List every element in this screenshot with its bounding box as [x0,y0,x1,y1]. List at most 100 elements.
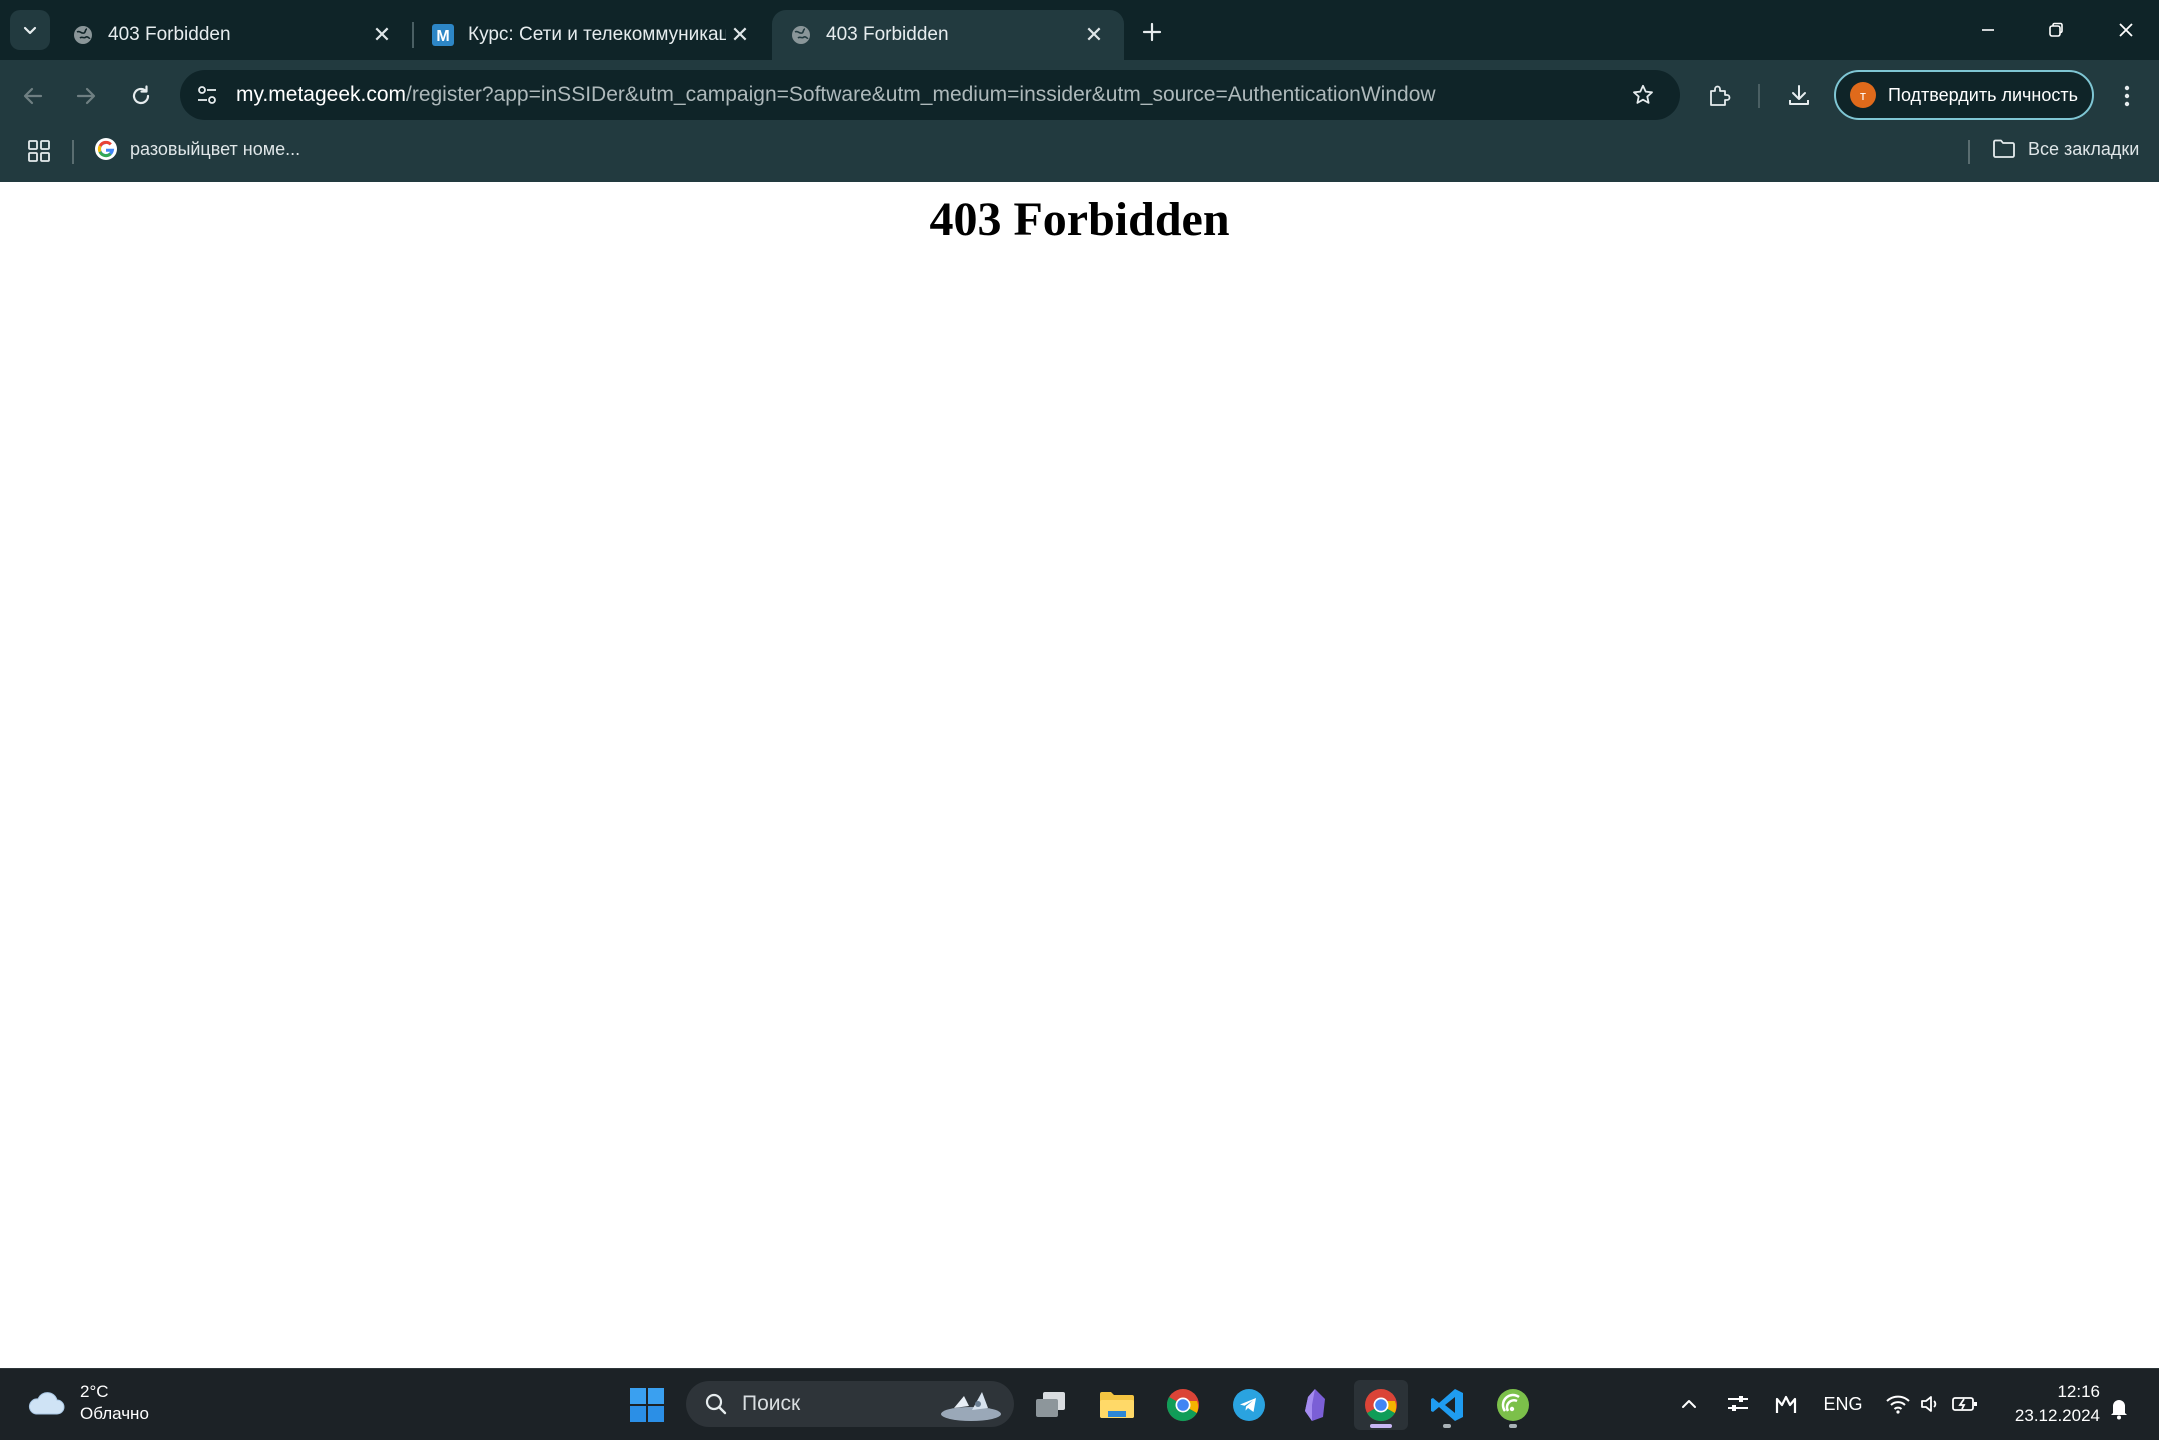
page-heading: 403 Forbidden [929,193,1230,246]
google-icon [95,138,117,160]
vscode-button[interactable] [1420,1380,1474,1430]
all-bookmarks-label: Все закладки [2028,138,2140,159]
globe-icon [790,24,812,46]
wifi-icon [1886,1395,1910,1414]
reload-button[interactable] [120,75,162,117]
active-indicator [1370,1424,1392,1428]
bookmarks-bar [0,132,2159,182]
chrome-pinned-button[interactable] [1156,1380,1210,1430]
clock-time: 12:16 [2057,1382,2100,1401]
tab-403-forbidden-active[interactable]: 403 Forbidden ✕ [772,10,1124,60]
close-tab-icon[interactable]: ✕ [368,21,396,49]
wifi-status[interactable] [1882,1386,1914,1422]
battery-status[interactable] [1948,1386,1982,1422]
avatar: т [1850,82,1876,108]
verify-label: Подтвердить личность [1888,84,2078,105]
forward-button[interactable] [65,75,107,117]
taskbar-search[interactable]: Поиск [686,1381,1014,1427]
toolbar-separator [1758,84,1760,108]
weather-condition: Облачно [80,1404,149,1423]
tab-title: Курс: Сети и телекоммуникации [468,24,726,45]
close-icon [2119,23,2133,37]
obsidian-button[interactable] [1288,1380,1342,1430]
cloud-icon [28,1392,65,1415]
globe-icon [72,24,94,46]
obsidian-icon [1305,1389,1325,1421]
url-host: my.metageek.com [236,83,406,106]
restore-icon [2049,22,2063,37]
show-hidden-icons-button[interactable] [1676,1386,1702,1422]
tab-search-button[interactable] [10,10,50,50]
folder-icon [1100,1392,1134,1418]
moodle-m-icon: M [432,24,454,46]
arrow-left-icon [23,87,43,105]
search-placeholder: Поиск [742,1392,801,1415]
restore-button[interactable] [2028,8,2084,52]
equalizer-icon [1775,1395,1797,1413]
extensions-button[interactable] [1698,75,1740,117]
close-tab-icon[interactable]: ✕ [726,21,754,49]
bookmark-label: разовыйцвет номе... [130,138,301,159]
search-icon [705,1393,727,1415]
tab-title: 403 Forbidden [826,24,949,45]
battery-charging-icon [1952,1397,1977,1411]
search-highlight-icon [941,1392,1001,1421]
url-path: /register?app=inSSIDer&utm_campaign=Soft… [406,83,1436,106]
address-bar[interactable]: my.metageek.com/register?app=inSSIDer&ut… [180,70,1680,120]
chevron-up-icon [1682,1400,1696,1408]
close-tab-icon[interactable]: ✕ [1080,21,1108,49]
language-indicator[interactable]: ENG [1818,1386,1868,1422]
running-indicator [1443,1424,1451,1428]
telegram-icon [1233,1389,1265,1421]
svg-text:M: M [436,28,449,45]
chrome-active-button[interactable] [1354,1380,1408,1430]
bookmark-separator [1968,140,1970,164]
bookmark-star-button[interactable] [1626,78,1660,112]
vscode-icon [1431,1389,1463,1421]
downloads-button[interactable] [1778,75,1820,117]
bell-icon [2111,1400,2127,1420]
chevron-down-icon [23,26,37,35]
profile-verify-button[interactable]: т Подтвердить личность [1834,70,2094,120]
volume-status[interactable] [1916,1386,1946,1422]
weather-temp: 2°C [80,1382,109,1401]
arrow-right-icon [76,87,96,105]
wifi-app-icon [1497,1389,1529,1421]
start-button[interactable] [620,1380,674,1430]
tab-403-forbidden-1[interactable]: 403 Forbidden ✕ [54,10,412,60]
inssider-button[interactable] [1486,1380,1540,1430]
chrome-icon [1365,1389,1397,1422]
plus-icon [1142,22,1162,42]
task-view-icon [1036,1392,1065,1417]
tab-title: 403 Forbidden [108,24,231,45]
menu-button[interactable] [2106,75,2148,117]
star-icon [1633,84,1653,104]
clock-date: 23.12.2024 [2014,1406,2100,1425]
notifications-button[interactable] [2104,1390,2134,1426]
back-button[interactable] [12,75,54,117]
running-indicator [1509,1424,1517,1428]
close-window-button[interactable] [2098,8,2154,52]
task-view-button[interactable] [1024,1380,1078,1430]
file-explorer-button[interactable] [1090,1380,1144,1430]
chrome-icon [1166,1389,1199,1422]
telegram-button[interactable] [1222,1380,1276,1430]
tray-settings-button[interactable] [1722,1386,1754,1422]
download-icon [1789,85,1809,105]
apps-icon[interactable] [26,138,52,164]
new-tab-button[interactable] [1134,14,1170,50]
reload-icon [132,85,150,105]
minimize-icon [1982,29,1994,31]
weather-widget[interactable]: 2°C Облачно [26,1378,149,1428]
minimize-button[interactable] [1960,8,2016,52]
tray-app-button[interactable] [1770,1386,1802,1422]
bookmark-separator [72,140,74,164]
puzzle-icon [1710,85,1731,106]
tune-icon [198,86,216,104]
all-bookmarks-button[interactable]: Все закладки [1992,136,2139,162]
url-text[interactable]: my.metageek.com/register?app=inSSIDer&ut… [236,70,1436,120]
clock[interactable]: 12:16 23.12.2024 [2000,1380,2100,1428]
bookmark-item[interactable]: разовыйцвет номе... [94,136,300,162]
site-info-button[interactable] [190,78,224,112]
tab-course[interactable]: M Курс: Сети и телекоммуникации ✕ [414,10,770,60]
